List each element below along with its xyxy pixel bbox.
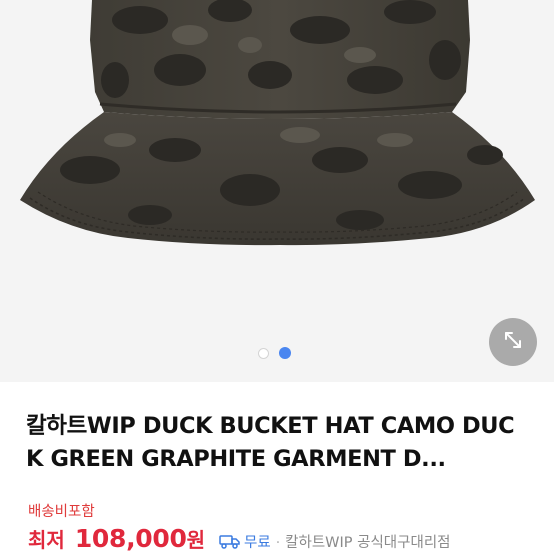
- shipping-note: 배송비포함: [28, 504, 95, 520]
- carousel-dot[interactable]: [258, 347, 269, 359]
- product-image-gallery[interactable]: [0, 0, 554, 382]
- price-amount: 108,000: [74, 524, 187, 553]
- free-delivery-label: 무료: [244, 535, 271, 551]
- seller-name[interactable]: 칼하트WIP 공식대구대리점: [285, 531, 450, 552]
- truck-icon: [219, 534, 241, 549]
- expand-image-button[interactable]: [489, 318, 537, 366]
- expand-arrows-icon: [502, 329, 524, 355]
- product-image[interactable]: [0, 0, 554, 382]
- product-title: 칼하트WIP DUCK BUCKET HAT CAMO DUCK GREEN G…: [26, 413, 515, 472]
- carousel-indicators: [258, 346, 291, 360]
- price-prefix: 최저: [28, 528, 65, 552]
- price-unit: 원: [186, 528, 205, 552]
- price-row: 최저 108,000 원 무료 · 칼하트WIP 공식대구대리점: [28, 524, 451, 556]
- separator: ·: [275, 535, 281, 551]
- carousel-dot-active[interactable]: [279, 347, 291, 359]
